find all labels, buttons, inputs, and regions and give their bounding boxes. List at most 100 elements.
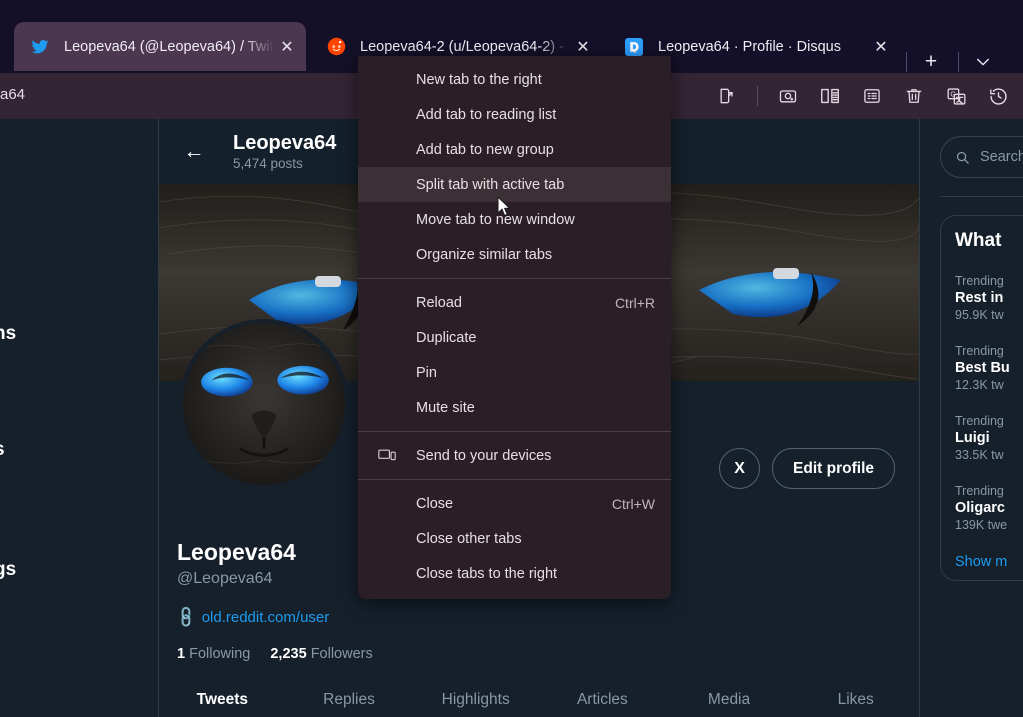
menu-item-label: Move tab to new window [416, 211, 575, 228]
browser-window: Leopeva64 (@Leopeva64) / Twitter ✕ Leope… [0, 0, 1023, 717]
profile-tab-replies[interactable]: Replies [286, 691, 413, 717]
screenshot-icon[interactable] [771, 79, 805, 113]
trend-count: 95.9K tw [955, 308, 1004, 322]
delete-browsing-data-icon[interactable] [897, 79, 931, 113]
menu-item-reload[interactable]: Reload Ctrl+R [358, 285, 671, 320]
nav-fragment-2[interactable]: gs [0, 559, 16, 581]
nav-fragment-0[interactable]: ns [0, 323, 16, 345]
menu-item-organize-similar-tabs[interactable]: Organize similar tabs [358, 237, 671, 272]
disqus-icon [624, 37, 644, 57]
menu-item-label: Split tab with active tab [416, 176, 565, 193]
tab-close-button[interactable]: ✕ [274, 34, 300, 60]
menu-separator [358, 479, 671, 480]
translate-icon[interactable]: G [939, 79, 973, 113]
profile-tab-media[interactable]: Media [666, 691, 793, 717]
profile-tab-likes[interactable]: Likes [792, 691, 919, 717]
trend-category: Trending [955, 414, 1004, 428]
history-icon[interactable] [981, 79, 1015, 113]
tab-0[interactable]: Leopeva64 (@Leopeva64) / Twitter ✕ [14, 22, 306, 71]
profile-tab-highlights[interactable]: Highlights [412, 691, 539, 717]
menu-item-split-tab-with-active-tab[interactable]: Split tab with active tab [358, 167, 671, 202]
tab-title: Leopeva64 (@Leopeva64) / Twitter [64, 38, 274, 55]
link-icon: 🔗 [174, 604, 200, 630]
menu-item-label: Send to your devices [416, 447, 552, 464]
x-badge-icon[interactable]: X [719, 448, 761, 489]
tabstrip-divider [906, 52, 907, 72]
twitter-icon [30, 37, 50, 57]
toolbar-icon-group: G [710, 73, 1015, 119]
profile-action-buttons: X Edit profile [719, 448, 895, 489]
menu-item-close-other-tabs[interactable]: Close other tabs [358, 521, 671, 556]
profile-tab-articles[interactable]: Articles [539, 691, 666, 717]
trend-item[interactable]: Trending Luigi 33.5K tw [955, 414, 1023, 462]
menu-item-add-tab-to-new-group[interactable]: Add tab to new group [358, 132, 671, 167]
menu-item-send-to-your-devices[interactable]: Send to your devices [358, 438, 671, 473]
followers-count: 2,235 [270, 646, 307, 662]
menu-item-pin[interactable]: Pin [358, 355, 671, 390]
sidebar-divider [940, 196, 1023, 197]
profile-website-link[interactable]: 🔗 old.reddit.com/user [174, 605, 697, 630]
tab-close-button[interactable]: ✕ [868, 34, 894, 60]
nav-fragment-1[interactable]: s [0, 439, 5, 461]
trend-count: 139K twe [955, 518, 1008, 532]
mouse-cursor [497, 195, 511, 218]
menu-item-label: New tab to the right [416, 71, 542, 88]
menu-item-label: Add tab to new group [416, 141, 554, 158]
menu-item-close[interactable]: Close Ctrl+W [358, 486, 671, 521]
split-screen-icon[interactable] [710, 79, 744, 113]
menu-item-add-tab-to-reading-list[interactable]: Add tab to reading list [358, 97, 671, 132]
avatar[interactable] [179, 319, 349, 489]
trend-count: 33.5K tw [955, 448, 1004, 462]
trend-item[interactable]: Trending Best Bu 12.3K tw [955, 344, 1023, 392]
menu-item-label: Add tab to reading list [416, 106, 557, 123]
followers-stat[interactable]: 2,235 Followers [270, 646, 372, 662]
followers-label: Followers [310, 646, 373, 662]
avatar-image [183, 323, 345, 485]
menu-item-accelerator: Ctrl+W [611, 495, 655, 512]
profile-tab-bar: Tweets Replies Highlights Articles Media… [159, 691, 919, 717]
trend-item[interactable]: Trending Oligarc 139K twe [955, 484, 1023, 532]
trend-category: Trending [955, 484, 1004, 498]
trend-category: Trending [955, 274, 1004, 288]
trend-name: Oligarc [955, 500, 1005, 516]
search-icon [956, 151, 969, 164]
following-stat[interactable]: 1 Following [177, 646, 250, 662]
menu-item-label: Mute site [416, 399, 475, 416]
menu-item-duplicate[interactable]: Duplicate [358, 320, 671, 355]
menu-item-label: Reload [416, 294, 462, 311]
menu-item-new-tab-to-the-right[interactable]: New tab to the right [358, 62, 671, 97]
trends-title: What [955, 230, 1002, 251]
menu-item-label: Close tabs to the right [416, 565, 558, 582]
menu-item-close-tabs-to-the-right[interactable]: Close tabs to the right [358, 556, 671, 591]
menu-item-label: Pin [416, 364, 437, 381]
reading-mode-icon[interactable] [813, 79, 847, 113]
edit-profile-button[interactable]: Edit profile [772, 448, 895, 489]
profile-header-text: Leopeva64 5,474 posts [233, 132, 336, 171]
trend-item[interactable]: Trending Rest in 95.9K tw [955, 274, 1023, 322]
menu-item-mute-site[interactable]: Mute site [358, 390, 671, 425]
profile-tab-tweets[interactable]: Tweets [159, 691, 286, 717]
show-more-link[interactable]: Show m [955, 554, 1023, 570]
reddit-icon [326, 37, 346, 57]
following-label: Following [189, 646, 251, 662]
menu-separator [358, 278, 671, 279]
tab-title: Leopeva64 · Profile · Disqus [658, 38, 841, 55]
x-left-navigation: ns s gs [0, 119, 158, 717]
search-placeholder: Search [980, 149, 1023, 165]
collections-icon[interactable] [855, 79, 889, 113]
menu-item-label: Duplicate [416, 329, 477, 346]
back-arrow-icon[interactable]: ← [177, 135, 211, 169]
menu-item-label: Close other tabs [416, 530, 522, 547]
toolbar-divider [757, 86, 758, 106]
devices-icon [358, 448, 416, 463]
tab-context-menu: New tab to the right Add tab to reading … [358, 56, 671, 599]
address-bar-text[interactable]: a64 [0, 86, 25, 103]
trend-name: Best Bu [955, 360, 1010, 376]
trend-category: Trending [955, 344, 1004, 358]
search-input[interactable]: Search [940, 136, 1023, 178]
menu-separator [358, 431, 671, 432]
menu-item-move-tab-to-new-window[interactable]: Move tab to new window [358, 202, 671, 237]
menu-item-label: Close [416, 495, 454, 512]
post-count: 5,474 posts [233, 156, 303, 171]
window-title-bar [0, 0, 1023, 20]
